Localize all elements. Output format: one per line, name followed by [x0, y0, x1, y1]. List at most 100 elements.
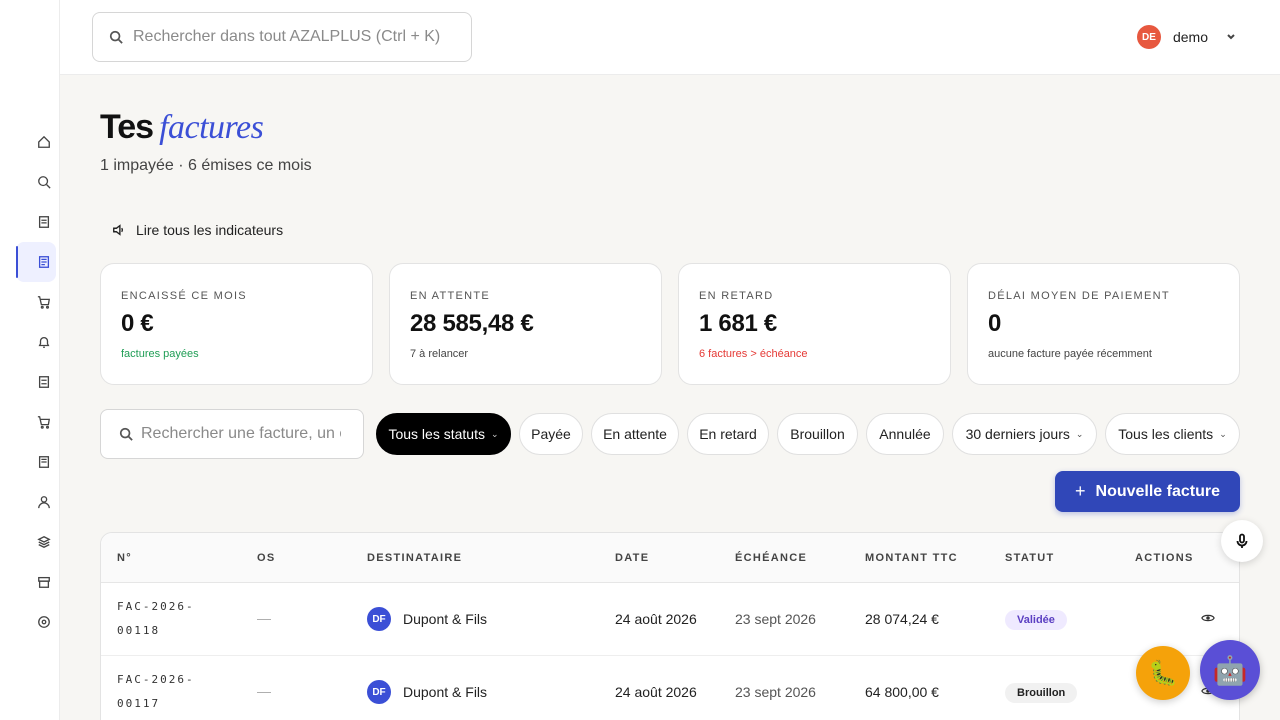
view-action[interactable]	[1201, 611, 1215, 628]
chip-label: 30 derniers jours	[965, 426, 1070, 442]
file-icon	[38, 376, 50, 388]
chevron-down-icon: ⌄	[1219, 428, 1227, 439]
due-date: 23 sept 2026	[735, 611, 816, 627]
chevron-down-icon	[1227, 34, 1235, 40]
global-search[interactable]	[92, 12, 472, 62]
sidebar	[0, 0, 60, 720]
column-header[interactable]: ÉCHÉANCE	[735, 552, 807, 564]
sidebar-item-archive[interactable]	[16, 562, 56, 602]
table-header: N° OS DESTINATAIRE DATE ÉCHÉANCE MONTANT…	[101, 533, 1239, 583]
chip-label: Tous les statuts	[388, 426, 485, 442]
user-name: demo	[1172, 29, 1208, 45]
column-header[interactable]: N°	[117, 552, 132, 564]
topbar: DE demo	[60, 0, 1280, 75]
filter-pending[interactable]: En attente	[591, 413, 679, 455]
kpi-label: ENCAISSÉ CE MOIS	[121, 290, 247, 302]
new-invoice-label: Nouvelle facture	[1095, 482, 1220, 500]
column-header[interactable]: OS	[257, 552, 276, 564]
recipient: DF Dupont & Fils	[367, 607, 487, 631]
bug-report-button[interactable]: 🐛	[1136, 646, 1190, 700]
global-search-input[interactable]	[133, 28, 453, 46]
chip-label: En retard	[699, 426, 757, 442]
invoice-date: 24 août 2026	[615, 611, 697, 627]
sidebar-item-orders[interactable]	[16, 282, 56, 322]
read-indicators-button[interactable]: Lire tous les indicateurs	[112, 222, 283, 238]
amount: 64 800,00 €	[865, 684, 939, 700]
chip-label: Brouillon	[790, 426, 845, 442]
due-date: 23 sept 2026	[735, 684, 816, 700]
kpi-note: 6 factures > échéance	[699, 348, 808, 360]
sidebar-item-receipts[interactable]	[16, 442, 56, 482]
cart-icon	[37, 416, 51, 429]
new-invoice-button[interactable]: + Nouvelle facture	[1055, 471, 1240, 512]
kpi-note: aucune facture payée récemment	[988, 348, 1152, 360]
search-icon	[109, 30, 123, 44]
column-header[interactable]: DATE	[615, 552, 649, 564]
avatar: DF	[367, 680, 391, 704]
column-header[interactable]: DESTINATAIRE	[367, 552, 462, 564]
layers-icon	[37, 536, 51, 548]
read-indicators-label: Lire tous les indicateurs	[136, 222, 284, 238]
avatar: DE	[1136, 25, 1161, 49]
column-header: ACTIONS	[1135, 552, 1194, 564]
sidebar-item-stock[interactable]	[16, 522, 56, 562]
home-icon	[38, 135, 50, 148]
column-header[interactable]: MONTANT TTC	[865, 552, 958, 564]
filter-status-all[interactable]: Tous les statuts ⌄	[376, 413, 511, 455]
sidebar-item-settings[interactable]	[16, 602, 56, 642]
filter-clients[interactable]: Tous les clients ⌄	[1105, 413, 1240, 455]
sidebar-item-contacts[interactable]	[16, 482, 56, 522]
page-title-main: Tes	[100, 108, 154, 146]
eye-icon	[1201, 614, 1215, 622]
invoice-search-input[interactable]	[141, 425, 341, 443]
chevron-down-icon: ⌄	[490, 428, 499, 439]
os-value: —	[257, 610, 271, 626]
recipient-name: Dupont & Fils	[403, 684, 488, 700]
kpi-value: 0	[988, 310, 1002, 337]
chip-label: Annulée	[879, 426, 931, 442]
assistant-button[interactable]: 🤖	[1200, 640, 1260, 700]
filter-period[interactable]: 30 derniers jours ⌄	[952, 413, 1097, 455]
sidebar-item-documents[interactable]	[16, 202, 56, 242]
kpi-label: EN ATTENTE	[410, 290, 491, 302]
kpi-card-payment-delay: DÉLAI MOYEN DE PAIEMENT 0 aucune facture…	[967, 263, 1240, 385]
voice-input-button[interactable]	[1221, 520, 1263, 562]
chevron-down-icon: ⌄	[1075, 428, 1084, 439]
microphone-icon	[1236, 533, 1248, 548]
chip-label: Payée	[531, 426, 571, 442]
kpi-card-collected: ENCAISSÉ CE MOIS 0 € factures payées	[100, 263, 373, 385]
filter-cancelled[interactable]: Annulée	[866, 413, 944, 455]
sidebar-item-home[interactable]	[16, 122, 56, 162]
chip-label: En attente	[603, 426, 667, 442]
page-subtitle: 1 impayée · 6 émises ce mois	[100, 157, 312, 174]
invoice-number[interactable]: FAC-2026-00117	[117, 668, 207, 716]
recipient: DF Dupont & Fils	[367, 680, 487, 704]
archive-icon	[38, 576, 50, 588]
sidebar-item-purchases[interactable]	[16, 402, 56, 442]
user-menu[interactable]: DE demo	[1136, 25, 1236, 49]
sidebar-item-invoices[interactable]	[16, 242, 56, 282]
cart-icon	[37, 296, 51, 309]
invoice-number[interactable]: FAC-2026-00118	[117, 595, 207, 643]
search-icon	[38, 176, 51, 189]
table-row[interactable]: FAC-2026-00117 — DF Dupont & Fils 24 aoû…	[101, 656, 1239, 720]
sidebar-item-notifications[interactable]	[16, 322, 56, 362]
kpi-label: EN RETARD	[699, 290, 774, 302]
sidebar-item-search[interactable]	[16, 162, 56, 202]
kpi-value: 1 681 €	[699, 310, 777, 337]
sidebar-item-quotes[interactable]	[16, 362, 56, 402]
column-header[interactable]: STATUT	[1005, 552, 1055, 564]
filter-draft[interactable]: Brouillon	[777, 413, 858, 455]
invoice-search[interactable]	[100, 409, 364, 459]
table-row[interactable]: FAC-2026-00118 — DF Dupont & Fils 24 aoû…	[101, 583, 1239, 656]
plus-icon: +	[1075, 481, 1086, 501]
filter-late[interactable]: En retard	[687, 413, 769, 455]
filter-paid[interactable]: Payée	[519, 413, 583, 455]
kpi-label: DÉLAI MOYEN DE PAIEMENT	[988, 290, 1170, 302]
recipient-name: Dupont & Fils	[403, 611, 488, 627]
amount: 28 074,24 €	[865, 611, 939, 627]
document-icon	[38, 216, 50, 228]
kpi-card-pending: EN ATTENTE 28 585,48 € 7 à relancer	[389, 263, 662, 385]
page-title: Tes factures	[100, 108, 264, 147]
kpi-note: 7 à relancer	[410, 348, 469, 360]
